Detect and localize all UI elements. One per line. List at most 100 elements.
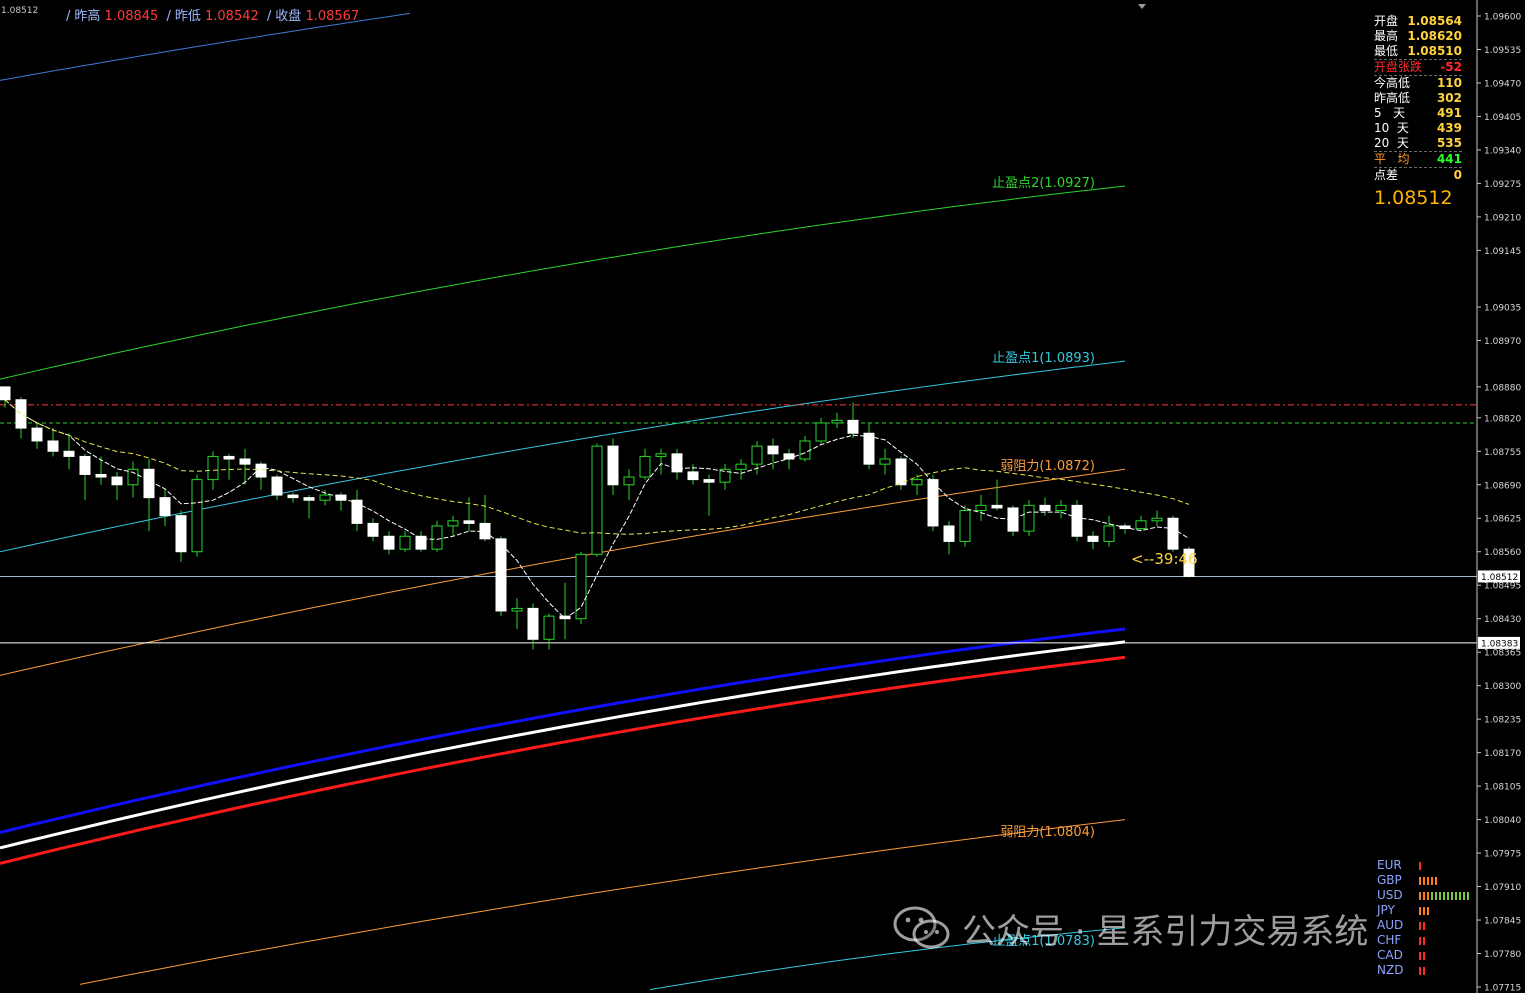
watermark-text: 公众号 · 星系引力交易系统 [962,911,1369,952]
axis-tick-label: 1.08970 [1484,337,1521,347]
candle-body [383,535,395,550]
candle-body [511,607,523,612]
strength-bar [1423,951,1425,960]
currency-strength-bars [1419,966,1425,975]
candle-body [223,455,235,460]
currency-name: EUR [1377,858,1402,872]
candle-body [159,497,171,517]
candle-body [1087,535,1099,542]
currency-row-gbp: GBP [1377,873,1469,888]
corner-price: 1.08512 [1,6,39,16]
axis-tick-label: 1.08690 [1484,481,1521,491]
level-label: 止盈点1(1.0893) [992,351,1095,366]
candle-body [703,479,715,483]
strength-bar [1459,891,1461,900]
currency-row-eur: EUR [1377,858,1469,873]
candle-body [1135,520,1147,530]
strength-bar [1419,936,1421,945]
axis-tick-label: 1.09145 [1484,247,1521,257]
value-close: 1.08567 [305,9,360,24]
strength-bar [1455,891,1457,900]
strength-bar [1423,906,1425,915]
candle-body [815,422,827,442]
candle [575,551,587,624]
strength-bar [1423,966,1425,975]
candle-body [895,458,907,486]
chart-background [0,0,1525,993]
currency-strength-bars [1419,921,1425,930]
candle-body [1023,504,1035,532]
candle-body [79,455,91,475]
axis-tick-label: 1.08755 [1484,448,1521,458]
axis-tick-label: 1.08300 [1484,682,1521,692]
candle-body [639,455,651,478]
candle-body [431,525,443,550]
level-label: 止盈点2(1.0927) [992,176,1095,191]
stat-20-day: 20 天 535 [1374,136,1462,152]
candle [191,474,203,557]
stat-10-day: 10 天 439 [1374,121,1462,135]
strength-bar [1423,876,1425,885]
stats-panel: 开盘 1.08564 最高 1.08620 最低 1.08510 开盘张跌 -52 今高… [1374,14,1462,211]
candle-body [943,525,955,542]
candle-body [319,494,331,501]
candle-body [623,476,635,486]
candle-body [847,419,859,434]
candle [591,443,603,557]
candle-body [799,440,811,460]
candle-body [735,463,747,470]
candle-body [831,419,843,424]
candle-body [543,615,555,640]
value-prev-low: 1.08542 [205,9,259,24]
value-prev-high: 1.08845 [104,9,159,24]
label-prev-high: 昨高 [74,9,101,24]
strength-bar [1427,876,1429,885]
axis-tick-label: 1.08235 [1484,716,1521,726]
wechat-icon [893,906,950,949]
candle-body [687,471,699,481]
candle-body [143,468,155,499]
stat-open: 开盘 1.08564 [1374,14,1462,28]
level-label: 弱阻力(1.0804) [1000,825,1095,840]
prev-day-bar: / 昨高 1.08845 /昨低 1.08542 /收盘 1.08567 [66,9,360,24]
currency-name: CAD [1377,948,1403,962]
strength-bar [1431,891,1433,900]
watermark: 公众号 · 星系引力交易系统 [892,905,1369,952]
candle-body [447,520,459,527]
strength-bar [1419,921,1421,930]
axis-tick-label: 1.08105 [1484,783,1521,793]
candle-body [255,463,267,478]
currency-name: CHF [1377,933,1402,947]
candle-body [1071,504,1083,537]
stat-spread: 点差 0 [1374,168,1462,182]
currency-row-nzd: NZD [1377,963,1469,978]
strength-bar [1447,891,1449,900]
candle-body [975,504,987,512]
price-chart[interactable]: 止盈点2(1.0927) 止盈点1(1.0893) 弱阻力(1.0872) 弱阻力(1… [0,0,1525,993]
currency-row-jpy: JPY [1377,903,1469,918]
candle-body [1055,504,1067,512]
axis-tick-label: 1.08170 [1484,749,1521,759]
strength-bar [1443,891,1445,900]
stat-today-range: 今高低 110 [1374,76,1462,90]
candle-body [991,504,1003,509]
candle-body [1103,525,1115,542]
strength-bar [1419,966,1421,975]
currency-strength-bars [1419,906,1429,915]
axis-tick-label: 1.09275 [1484,180,1521,190]
axis-tick-label: 1.09340 [1484,146,1521,156]
strength-bar [1435,876,1437,885]
candle-body [399,535,411,550]
candle-body [31,427,43,442]
candle-body [47,440,59,452]
currency-strength-bars [1419,876,1437,885]
candle-body [207,455,219,481]
candle-body [1039,504,1051,512]
candle-body [287,494,299,499]
candle [1071,500,1083,542]
axis-tick-label: 1.09210 [1484,213,1521,223]
candle-body [607,445,619,486]
candle-body [239,458,251,465]
candle-body [655,453,667,457]
axis-tick-label: 1.09470 [1484,79,1521,89]
